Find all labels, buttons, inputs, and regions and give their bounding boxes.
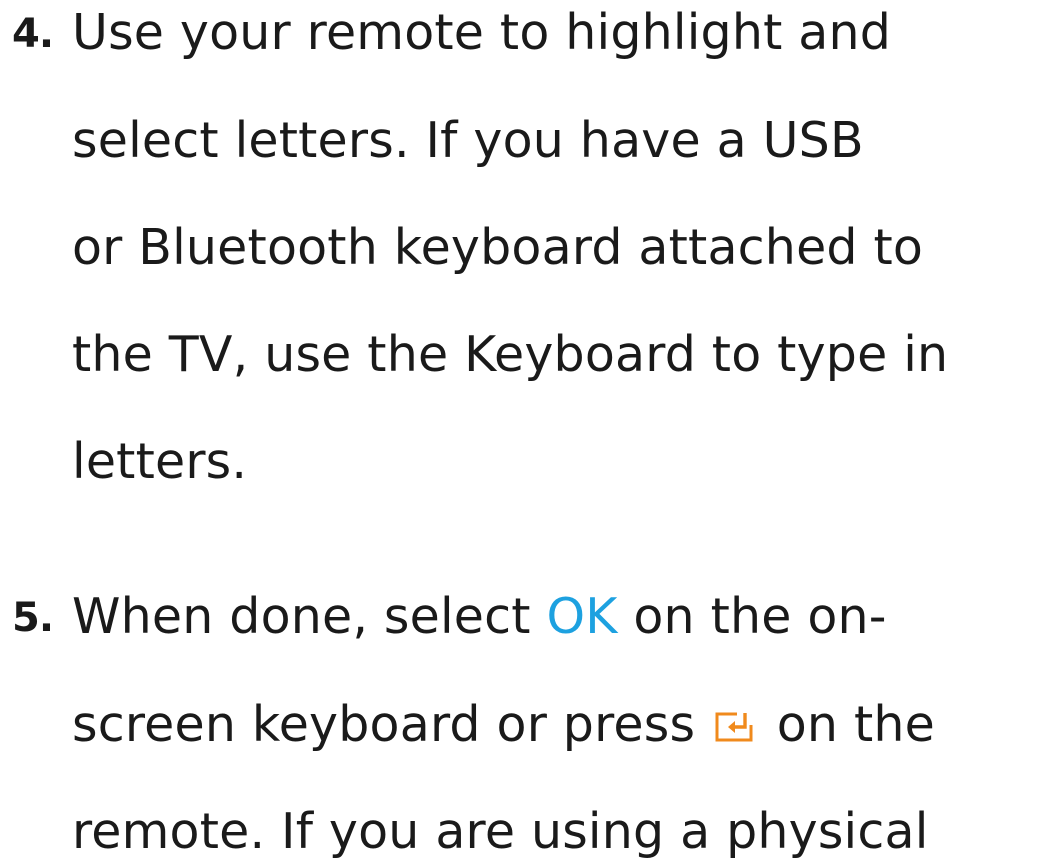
step-4-line-2: select letters. If you have a USB <box>72 112 864 169</box>
step-5-line-2: screen keyboard or press on the <box>72 695 935 755</box>
step-5-line-3: remote. If you are using a physical <box>72 803 929 860</box>
text-segment: screen keyboard or press <box>72 696 711 753</box>
step-5-line-1: When done, select OK on the on- <box>72 587 887 647</box>
ok-label: OK <box>546 588 618 645</box>
step-4-line-5: letters. <box>72 433 248 490</box>
step-number: 5. <box>12 595 54 641</box>
step-4-line-4: the TV, use the Keyboard to type in <box>72 326 949 383</box>
enter-icon <box>715 711 755 743</box>
text-segment: on the <box>760 696 935 753</box>
text-segment: on the on- <box>617 588 887 645</box>
manual-page: 4. Use your remote to highlight and sele… <box>0 0 1049 860</box>
text-segment: When done, select <box>72 588 547 645</box>
step-number: 4. <box>12 11 54 57</box>
step-4-line-3: or Bluetooth keyboard attached to <box>72 219 924 276</box>
step-4-line-1: Use your remote to highlight and <box>72 4 892 61</box>
